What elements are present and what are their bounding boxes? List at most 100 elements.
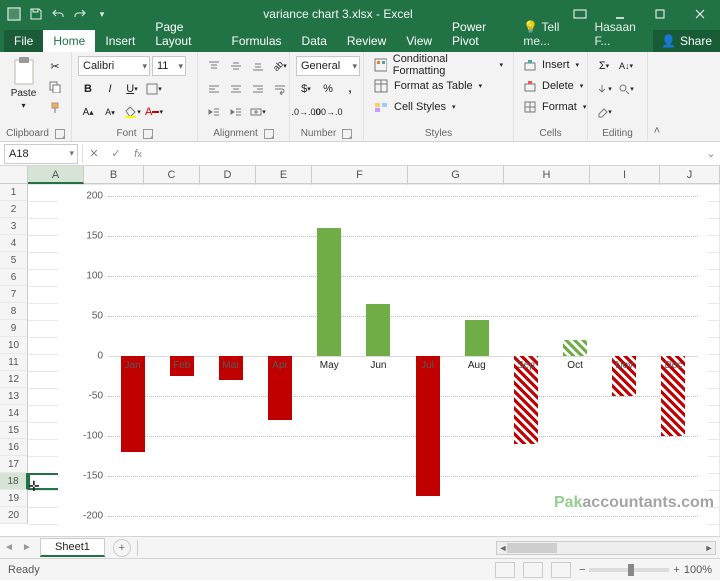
row-header[interactable]: 19 — [0, 490, 28, 507]
chart-bar[interactable] — [366, 304, 390, 356]
dialog-launcher-icon[interactable] — [55, 129, 65, 139]
cell-styles-button[interactable]: Cell Styles▾ — [370, 98, 459, 116]
row-header[interactable]: 9 — [0, 320, 28, 337]
sheet-nav-prev[interactable]: ◄ — [0, 539, 18, 557]
zoom-slider[interactable] — [589, 568, 669, 572]
align-middle-button[interactable] — [226, 56, 246, 76]
format-painter-button[interactable] — [45, 98, 65, 118]
row-header[interactable]: 10 — [0, 337, 28, 354]
zoom-level[interactable]: 100% — [684, 564, 712, 576]
column-header[interactable]: I — [590, 166, 660, 184]
tab-review[interactable]: Review — [337, 30, 396, 52]
tab-insert[interactable]: Insert — [95, 30, 145, 52]
cancel-fx-icon[interactable]: ✕ — [83, 144, 105, 164]
row-header[interactable]: 18 — [0, 473, 28, 490]
chart-bar[interactable] — [317, 228, 341, 356]
grow-font-button[interactable]: A▴ — [78, 102, 98, 122]
orientation-button[interactable]: ab▾ — [270, 56, 290, 76]
tab-home[interactable]: Home — [43, 30, 95, 52]
font-name-select[interactable]: Calibri — [78, 56, 150, 76]
align-right-button[interactable] — [248, 79, 268, 99]
column-header[interactable]: D — [200, 166, 256, 184]
decrease-indent-button[interactable] — [204, 102, 224, 122]
fx-icon[interactable]: fx — [127, 144, 149, 164]
border-button[interactable]: ▾ — [144, 79, 164, 99]
expand-fx-icon[interactable]: ⌄ — [702, 147, 720, 160]
column-header[interactable]: H — [504, 166, 590, 184]
cut-button[interactable]: ✂ — [45, 56, 65, 76]
zoom-in-button[interactable]: + — [673, 564, 679, 576]
page-layout-view-button[interactable] — [523, 562, 543, 578]
add-sheet-button[interactable]: + — [113, 539, 131, 557]
redo-icon[interactable] — [72, 6, 88, 22]
sort-filter-button[interactable]: A↓▾ — [616, 56, 636, 76]
close-button[interactable] — [680, 0, 720, 28]
qat-more-icon[interactable]: ▾ — [94, 6, 110, 22]
row-header[interactable]: 1 — [0, 184, 28, 201]
row-header[interactable]: 17 — [0, 456, 28, 473]
row-header[interactable]: 3 — [0, 218, 28, 235]
shrink-font-button[interactable]: A▾ — [100, 102, 120, 122]
fill-color-button[interactable]: ▾ — [122, 102, 142, 122]
tab-formulas[interactable]: Formulas — [222, 30, 292, 52]
dialog-launcher-icon[interactable] — [264, 129, 274, 139]
row-header[interactable]: 8 — [0, 303, 28, 320]
fill-button[interactable]: ▾ — [594, 79, 614, 99]
column-header[interactable]: C — [144, 166, 200, 184]
page-break-view-button[interactable] — [551, 562, 571, 578]
row-header[interactable]: 5 — [0, 252, 28, 269]
copy-button[interactable] — [45, 77, 65, 97]
find-button[interactable]: ▾ — [616, 79, 636, 99]
undo-icon[interactable] — [50, 6, 66, 22]
align-top-button[interactable] — [204, 56, 224, 76]
name-box[interactable]: A18 — [4, 144, 78, 164]
increase-indent-button[interactable] — [226, 102, 246, 122]
zoom-out-button[interactable]: − — [579, 564, 585, 576]
select-all-button[interactable] — [0, 166, 28, 184]
row-header[interactable]: 20 — [0, 507, 28, 524]
font-color-button[interactable]: A▾ — [144, 102, 164, 122]
number-format-select[interactable]: General — [296, 56, 360, 76]
chart-bar[interactable] — [563, 340, 587, 356]
share-button[interactable]: 👤Share — [653, 30, 720, 52]
sheet-nav-next[interactable]: ► — [18, 539, 36, 557]
sheet-tab[interactable]: Sheet1 — [40, 538, 105, 557]
formula-input[interactable] — [149, 144, 702, 164]
align-bottom-button[interactable] — [248, 56, 268, 76]
row-header[interactable]: 13 — [0, 388, 28, 405]
insert-cells-button[interactable]: Insert▾ — [520, 56, 583, 74]
row-header[interactable]: 12 — [0, 371, 28, 388]
row-header[interactable]: 15 — [0, 422, 28, 439]
delete-cells-button[interactable]: Delete▾ — [520, 77, 587, 95]
column-header[interactable]: F — [312, 166, 408, 184]
normal-view-button[interactable] — [495, 562, 515, 578]
row-header[interactable]: 14 — [0, 405, 28, 422]
variance-chart[interactable]: -200-150-100-50050100150200JanFebMarAprM… — [58, 186, 708, 536]
paste-button[interactable]: Paste ▾ — [6, 56, 41, 110]
currency-button[interactable]: $▾ — [296, 79, 316, 99]
clear-button[interactable]: ▾ — [594, 102, 614, 122]
format-as-table-button[interactable]: Format as Table▾ — [370, 77, 486, 95]
column-header[interactable]: E — [256, 166, 312, 184]
column-header[interactable]: B — [84, 166, 144, 184]
row-header[interactable]: 6 — [0, 269, 28, 286]
format-cells-button[interactable]: Format▾ — [520, 98, 590, 116]
collapse-ribbon-icon[interactable]: ˄ — [648, 52, 666, 141]
row-header[interactable]: 11 — [0, 354, 28, 371]
column-header[interactable]: J — [660, 166, 720, 184]
tab-file[interactable]: File — [4, 30, 43, 52]
tab-data[interactable]: Data — [292, 30, 337, 52]
row-header[interactable]: 7 — [0, 286, 28, 303]
merge-button[interactable]: ▾ — [248, 102, 268, 122]
tab-view[interactable]: View — [396, 30, 442, 52]
autosum-button[interactable]: Σ▾ — [594, 56, 614, 76]
horizontal-scrollbar[interactable]: ◄► — [496, 541, 716, 555]
row-header[interactable]: 2 — [0, 201, 28, 218]
chart-bar[interactable] — [416, 356, 440, 496]
font-size-select[interactable]: 11 — [152, 56, 186, 76]
dialog-launcher-icon[interactable] — [342, 129, 352, 139]
user-name[interactable]: Hasaan F... — [586, 16, 653, 52]
row-header[interactable]: 16 — [0, 439, 28, 456]
align-left-button[interactable] — [204, 79, 224, 99]
chart-bar[interactable] — [465, 320, 489, 356]
